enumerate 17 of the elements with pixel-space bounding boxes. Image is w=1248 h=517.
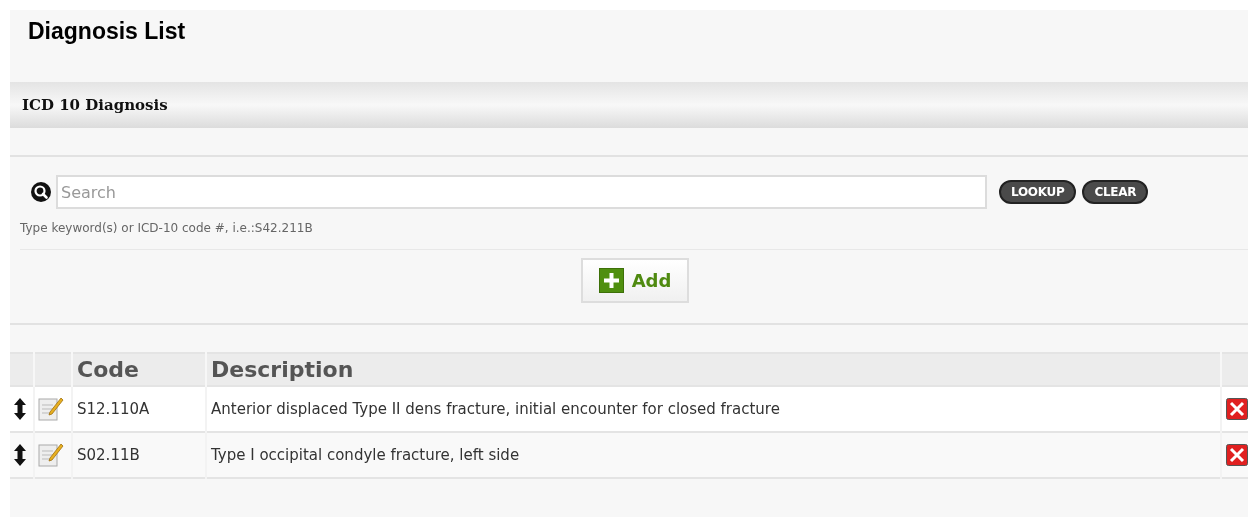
- search-action-button[interactable]: LOOKUP: [999, 180, 1077, 204]
- delete-icon[interactable]: [1226, 398, 1248, 420]
- plus-icon: [598, 268, 624, 293]
- add-button[interactable]: Add: [581, 258, 689, 303]
- delete-icon[interactable]: [1226, 444, 1248, 466]
- section-title: ICD 10 Diagnosis: [22, 94, 168, 116]
- description-cell: Type I occipital condyle fracture, left side: [206, 432, 1221, 478]
- search-action-button[interactable]: CLEAR: [1082, 180, 1149, 204]
- reorder-icon[interactable]: [14, 444, 26, 466]
- edit-icon[interactable]: [38, 397, 64, 421]
- code-cell: S02.11B: [72, 432, 206, 478]
- search-icon: [30, 181, 52, 203]
- search-field[interactable]: Search: [56, 175, 987, 209]
- page-title: Diagnosis List: [28, 17, 187, 46]
- search-hint: Type keyword(s) or ICD-10 code #, i.e.:S42.211B: [20, 219, 1248, 250]
- reorder-icon[interactable]: [14, 398, 26, 420]
- edit-icon[interactable]: [38, 443, 64, 467]
